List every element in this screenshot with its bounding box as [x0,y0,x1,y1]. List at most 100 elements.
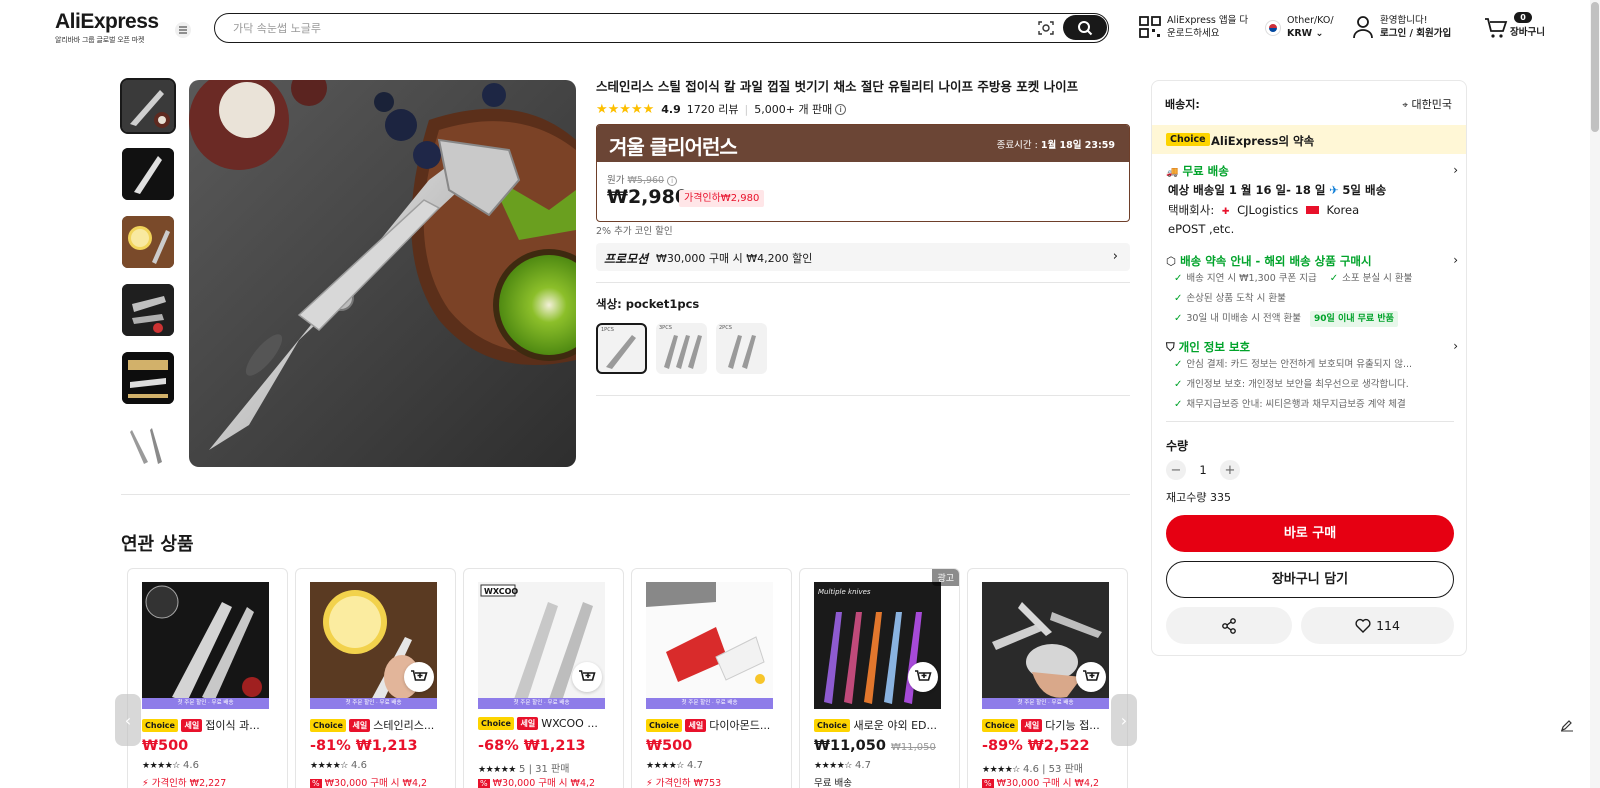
promotion-text: ₩30,000 구매 시 ₩4,200 할인 [656,252,813,265]
edit-icon[interactable] [1555,713,1579,737]
increase-button[interactable]: + [1220,460,1240,480]
privacy-title: ⛉ 개인 정보 보호 [1166,340,1251,354]
first-order-banner: 첫 주문 할인 · 무료 배송 [646,698,773,709]
privacy-section[interactable]: ⛉ 개인 정보 보호 › ✓ 안심 결제: 카드 정보는 안전하게 보호되며 유출… [1166,339,1458,415]
promotion-label: 프로모션 [604,252,649,266]
wishlist-button[interactable]: 114 [1301,607,1454,644]
quantity-stepper: − 1 + [1166,460,1240,480]
qr-code-icon [1139,16,1161,38]
current-price: ₩2,980 [607,186,689,208]
thumbnail-3[interactable] [122,216,174,268]
rating-row[interactable]: ★★★★★ 4.9 1720 리뷰 | 5,000+ 개 판매 i [596,101,847,117]
add-to-cart-icon[interactable] [404,662,434,692]
thumbnail-6[interactable] [122,420,174,472]
chevron-right-icon: › [1120,710,1128,730]
related-product-card[interactable]: 첫 주문 할인 · 무료 배송 Choice 세일 다기능 접... -89% ₩… [967,568,1128,788]
carousel-next-button[interactable]: › [1111,694,1137,746]
privacy-line-2: ✓ 개인정보 보호: 개인정보 보안을 최우선으로 생각합니다. [1174,379,1409,390]
product-image [646,582,773,709]
choice-promise-bar: Choice AliExpress의 약속 [1152,125,1466,154]
decrease-button[interactable]: − [1166,460,1186,480]
main-product-image[interactable] [189,80,576,467]
shipping-section[interactable]: 🚚 무료 배송 › 예상 배송일 1 월 16 일- 18 일 ✈ 5일 배송 … [1166,163,1458,238]
add-to-cart-icon[interactable] [572,662,602,692]
quantity-label: 수량 [1166,439,1189,453]
aliexpress-logo[interactable]: AliExpress 알리바바 그룹 글로벌 오픈 마켓 [55,10,159,45]
product-rating: ★★★★★ 5 | 31 판매 [478,764,570,775]
related-product-card[interactable]: 첫 주문 할인 · 무료 배송 Choice 세일 스테인리스... -81% ₩… [295,568,456,788]
menu-icon[interactable] [175,22,191,38]
color-swatch-1pcs[interactable]: 1PCS [596,323,647,374]
product-image [142,582,269,709]
first-order-banner: 첫 주문 할인 · 무료 배송 [142,698,269,709]
logo-tagline: 알리바바 그룹 글로벌 오픈 마켓 [55,36,145,44]
product-rating: ★★★★☆ 4.7 [646,760,703,771]
promotion-bar[interactable]: 프로모션 ₩30,000 구매 시 ₩4,200 할인 › [596,243,1130,271]
search-bar [214,13,1109,43]
choice-badge: Choice [1166,133,1210,146]
quantity-value[interactable]: 1 [1186,463,1220,477]
product-promo: ⚡ 가격인하 ₩753 [646,778,722,788]
carrier-info: 택배회사: ✚ CJLogistics Korea [1168,203,1360,217]
color-swatch-3pcs[interactable]: 3PCS [656,323,707,374]
info-icon: i [667,176,678,186]
share-icon [1222,617,1236,634]
search-input[interactable] [233,19,993,37]
wishlist-count: 114 [1376,618,1400,633]
chevron-down-icon: ⌄ [1315,28,1324,39]
divider [596,395,1130,396]
truck-icon: 🚚 [1166,167,1179,178]
carousel-prev-button[interactable]: ‹ [115,694,141,746]
sale-price-box: 겨울 클리어런스 종료시간 : 1월 18일 23:59 원가 ₩5,960 i… [596,124,1130,222]
privacy-line-1: ✓ 안심 결제: 카드 정보는 안전하게 보호되며 유출되지 않... [1174,359,1413,370]
divider [121,494,1130,495]
buy-now-button[interactable]: 바로 구매 [1166,515,1454,552]
add-to-cart-icon[interactable] [1076,662,1106,692]
add-to-cart-icon[interactable] [908,662,938,692]
product-rating: ★★★★☆ 4.7 [814,760,871,771]
cj-logo-icon: ✚ [1221,207,1230,217]
delivery-guarantee-section[interactable]: ⬡ 배송 약속 안내 - 해외 배송 상품 구매시 › ✓ 배송 지연 시 ₩1,… [1166,253,1458,329]
carrier-more: ePOST ,etc. [1168,222,1235,236]
first-order-banner: 첫 주문 할인 · 무료 배송 [310,698,437,709]
related-product-card[interactable]: 첫 주문 할인 · 무료 배송 Choice 세일 접이식 과... ₩500 ★… [127,568,288,788]
delivery-estimate: 예상 배송일 1 월 16 일- 18 일 ✈ 5일 배송 [1168,183,1387,197]
first-order-banner: 첫 주문 할인 · 무료 배송 [478,698,605,709]
chevron-left-icon: ‹ [124,710,132,730]
related-product-card[interactable]: 첫 주문 할인 · 무료 배송 Choice 세일 다이아몬드... ₩500 ★… [631,568,792,788]
search-button[interactable] [1063,15,1107,40]
related-product-card[interactable]: Multiple knives 광고 Choice 새로운 야외 ED... ₩… [799,568,960,788]
share-button[interactable] [1166,607,1292,644]
thumbnail-4[interactable] [122,284,174,336]
product-rating: ★★★★☆ 4.6 | 53 판매 [982,764,1083,775]
ship-destination[interactable]: ⌖ 대한민국 [1402,96,1452,112]
product-rating: ★★★★☆ 4.6 [142,760,199,771]
svg-text:Multiple knives: Multiple knives [818,588,871,596]
chevron-right-icon: › [1453,253,1458,267]
ship-to-label: 배송지: [1165,98,1200,111]
app-line-1: AliExpress 앱을 다 [1167,15,1249,26]
info-icon[interactable]: i [835,103,847,115]
thumbnail-5[interactable] [122,352,174,404]
product-name: Choice 세일 접이식 과... [142,717,277,733]
add-to-cart-button[interactable]: 장바구니 담기 [1166,561,1454,598]
thumbnail-1[interactable] [120,78,176,134]
thumbnail-2[interactable] [122,148,174,200]
product-price: -68% ₩1,213 [478,738,586,754]
product-promo: ⚡ 가격인하 ₩2,227 [142,778,227,788]
korea-post-icon [1305,206,1319,214]
cart-label: 장바구니 [1510,27,1545,38]
scrollbar-thumb[interactable] [1591,2,1599,132]
chevron-right-icon: › [1112,249,1118,264]
camera-search-icon[interactable] [1037,19,1055,37]
product-name: Choice 새로운 야외 ED... [814,717,949,733]
product-name: Choice 세일 스테인리스... [310,717,445,733]
chevron-right-icon: › [1453,339,1458,353]
related-product-card[interactable]: WXCOO 첫 주문 할인 · 무료 배송 Choice 세일 WXCOO ...… [463,568,624,788]
app-line-2: 운로드하세요 [1167,28,1220,39]
review-count[interactable]: 1720 리뷰 [687,101,739,117]
color-swatch-2pcs[interactable]: 2PCS [716,323,767,374]
location-pin-icon: ⌖ [1402,100,1409,111]
product-price: -89% ₩2,522 [982,738,1090,754]
welcome-text: 환영합니다! [1380,15,1428,26]
